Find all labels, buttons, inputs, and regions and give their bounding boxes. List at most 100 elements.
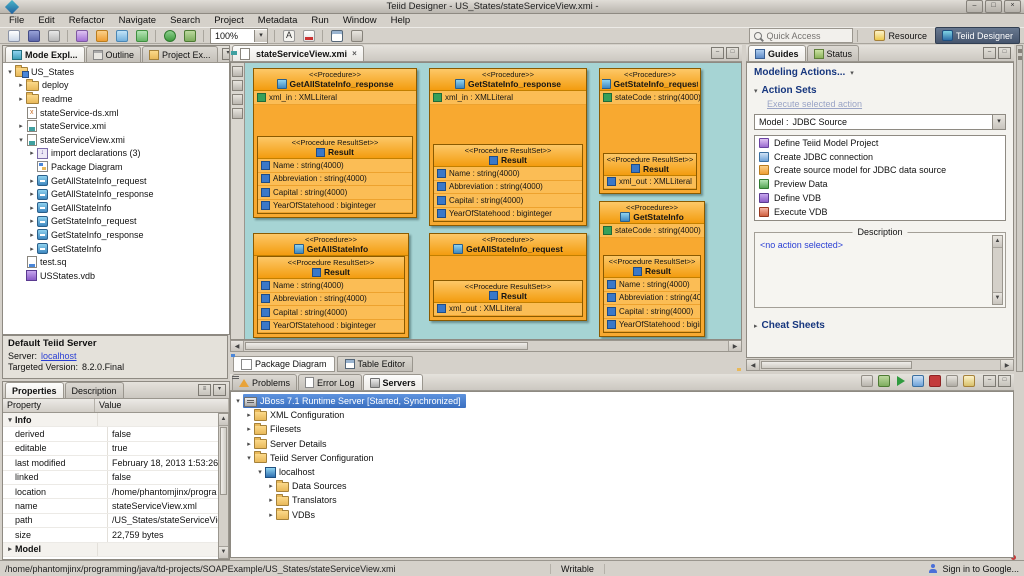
- scroll-up-icon[interactable]: ▲: [219, 414, 228, 426]
- layout-tool-button[interactable]: [232, 108, 243, 119]
- parameter-row[interactable]: xml_in : XMLLiteral: [430, 91, 586, 105]
- menu-help[interactable]: Help: [384, 15, 418, 26]
- procedure-box-getallstateinfo-request[interactable]: <<Procedure>>GetAllStateInfo_request<<Pr…: [429, 233, 587, 321]
- section-expander-icon[interactable]: ▸: [754, 322, 758, 330]
- guides-horizontal-scrollbar[interactable]: ◀ ▶: [746, 359, 1014, 371]
- window-close-button[interactable]: ×: [1004, 0, 1021, 13]
- tree-item[interactable]: ▸deploy: [3, 79, 229, 93]
- scroll-up-icon[interactable]: ▲: [993, 236, 1002, 248]
- expand-expander-icon[interactable]: ▸: [266, 496, 276, 504]
- editor-tab-stateserviceview[interactable]: stateServiceView.xmi ×: [232, 45, 364, 61]
- expand-expander-icon[interactable]: ▸: [266, 511, 276, 519]
- tree-item[interactable]: ▸VDBs: [231, 508, 1013, 522]
- action-item-define-teiid-model-project[interactable]: Define Teiid Model Project: [755, 136, 1005, 150]
- property-row[interactable]: ▾Info: [3, 413, 229, 427]
- minimize-icon[interactable]: –: [983, 47, 996, 59]
- result-set-box[interactable]: <<Procedure ResultSet>>ResultName : stri…: [603, 255, 701, 333]
- explorer-tab-outline[interactable]: Outline: [86, 46, 142, 62]
- run-button[interactable]: [160, 28, 179, 43]
- scroll-left-icon[interactable]: ◀: [231, 341, 244, 351]
- action-item-define-vdb[interactable]: Define VDB: [755, 191, 1005, 205]
- expand-expander-icon[interactable]: ▸: [27, 149, 37, 157]
- guides-tab-status[interactable]: Status: [807, 45, 860, 61]
- server-host-link[interactable]: localhost: [41, 351, 77, 361]
- menu-run[interactable]: Run: [304, 15, 335, 26]
- clean-button[interactable]: [961, 373, 977, 388]
- property-row[interactable]: ▸Model: [3, 543, 229, 557]
- action-sets-section[interactable]: ▾ Action Sets: [754, 85, 1006, 96]
- sign-in-google-button[interactable]: Sign in to Google...: [928, 564, 1019, 574]
- action-item-create-jdbc-connection[interactable]: Create JDBC connection: [755, 150, 1005, 164]
- tree-item[interactable]: ▸Filesets: [231, 422, 1013, 436]
- property-row[interactable]: linkedfalse: [3, 471, 229, 485]
- tree-item[interactable]: ▾Teiid Server Configuration: [231, 451, 1013, 465]
- bottom-tab-servers[interactable]: Servers: [363, 374, 423, 390]
- tree-item[interactable]: ▾stateServiceView.xmi: [3, 133, 229, 147]
- expand-expander-icon[interactable]: ▸: [27, 245, 37, 253]
- column-row[interactable]: Abbreviation : string(4000): [258, 173, 412, 187]
- column-row[interactable]: Capital : string(4000): [258, 306, 404, 320]
- close-icon[interactable]: ×: [352, 49, 357, 58]
- expand-expander-icon[interactable]: ▸: [16, 81, 26, 89]
- debug-button[interactable]: [180, 28, 199, 43]
- debug-button[interactable]: [876, 373, 892, 388]
- expand-expander-icon[interactable]: ▸: [244, 425, 254, 433]
- tree-item[interactable]: ▸import declarations (3): [3, 147, 229, 161]
- tree-item[interactable]: ▸Translators: [231, 493, 1013, 507]
- editor-page-tab-package-diagram[interactable]: Package Diagram: [233, 356, 335, 372]
- column-row[interactable]: Name : string(4000): [258, 159, 412, 173]
- menu-window[interactable]: Window: [336, 15, 384, 26]
- property-row[interactable]: size22,759 bytes: [3, 528, 229, 542]
- maximize-icon[interactable]: □: [726, 47, 739, 59]
- column-row[interactable]: YearOfStatehood : biginteger: [604, 319, 700, 333]
- column-row[interactable]: YearOfStatehood : biginteger: [258, 320, 404, 334]
- collapse-expander-icon[interactable]: ▾: [255, 468, 265, 476]
- new-model-project-button[interactable]: [72, 28, 91, 43]
- tree-item[interactable]: ▸XML Configuration: [231, 408, 1013, 422]
- result-set-box[interactable]: <<Procedure ResultSet>>ResultName : stri…: [257, 136, 413, 214]
- menu-search[interactable]: Search: [163, 15, 207, 26]
- window-maximize-button[interactable]: □: [985, 0, 1002, 13]
- chevron-down-icon[interactable]: ▾: [254, 30, 267, 42]
- tree-item[interactable]: Package Diagram: [3, 160, 229, 174]
- tree-item[interactable]: ▸GetAllStateInfo: [3, 201, 229, 215]
- import-button[interactable]: [132, 28, 151, 43]
- parameter-row[interactable]: stateCode : string(4000): [600, 91, 700, 105]
- canvas-horizontal-scrollbar[interactable]: ◀ ▶: [230, 340, 742, 352]
- model-type-combo[interactable]: Model : JDBC Source ▾: [754, 114, 1006, 130]
- column-row[interactable]: Capital : string(4000): [604, 305, 700, 319]
- property-row[interactable]: namestateServiceView.xml: [3, 499, 229, 513]
- execute-action-link[interactable]: Execute selected action: [767, 99, 1006, 109]
- column-row[interactable]: Name : string(4000): [434, 167, 582, 181]
- expand-expander-icon[interactable]: ▸: [27, 217, 37, 225]
- tree-item[interactable]: ▸GetAllStateInfo_response: [3, 187, 229, 201]
- zoom-combo[interactable]: 100%▾: [210, 28, 268, 44]
- procedure-box-getstateinfo[interactable]: <<Procedure>>GetStateInfostateCode : str…: [599, 201, 705, 337]
- font-button[interactable]: [279, 28, 298, 43]
- new-button[interactable]: [4, 28, 23, 43]
- column-row[interactable]: Abbreviation : string(4000): [434, 181, 582, 195]
- result-set-box[interactable]: <<Procedure ResultSet>>ResultName : stri…: [433, 144, 583, 222]
- cheat-sheets-section[interactable]: ▸ Cheat Sheets: [754, 320, 1006, 331]
- tree-item[interactable]: ▸GetAllStateInfo_request: [3, 174, 229, 188]
- minimize-icon[interactable]: –: [711, 47, 724, 59]
- result-set-box[interactable]: <<Procedure ResultSet>>ResultName : stri…: [257, 256, 405, 334]
- expand-expander-icon[interactable]: ▸: [16, 95, 26, 103]
- explorer-tab-project-ex[interactable]: Project Ex...: [142, 46, 218, 62]
- action-item-create-source-model-for-jdbc-data-source[interactable]: Create source model for JDBC data source: [755, 164, 1005, 178]
- action-item-execute-vdb[interactable]: Execute VDB: [755, 205, 1005, 219]
- scroll-left-icon[interactable]: ◀: [747, 360, 760, 370]
- section-expander-icon[interactable]: ▾: [754, 87, 758, 95]
- scroll-right-icon[interactable]: ▶: [1000, 360, 1013, 370]
- tree-item[interactable]: ▾US_States: [3, 65, 229, 79]
- collapse-all-button[interactable]: [859, 373, 875, 388]
- value-column-header[interactable]: Value: [95, 399, 229, 412]
- start-button[interactable]: [893, 373, 909, 388]
- quick-access-field[interactable]: Quick Access: [749, 28, 853, 43]
- tree-item[interactable]: ▸GetStateInfo_response: [3, 228, 229, 242]
- minimized-view-trim[interactable]: [1016, 45, 1023, 372]
- result-set-box[interactable]: <<Procedure ResultSet>>Resultxml_out : X…: [603, 153, 697, 191]
- column-row[interactable]: YearOfStatehood : biginteger: [434, 208, 582, 222]
- column-row[interactable]: Capital : string(4000): [434, 194, 582, 208]
- collapse-expander-icon[interactable]: ▾: [233, 397, 243, 405]
